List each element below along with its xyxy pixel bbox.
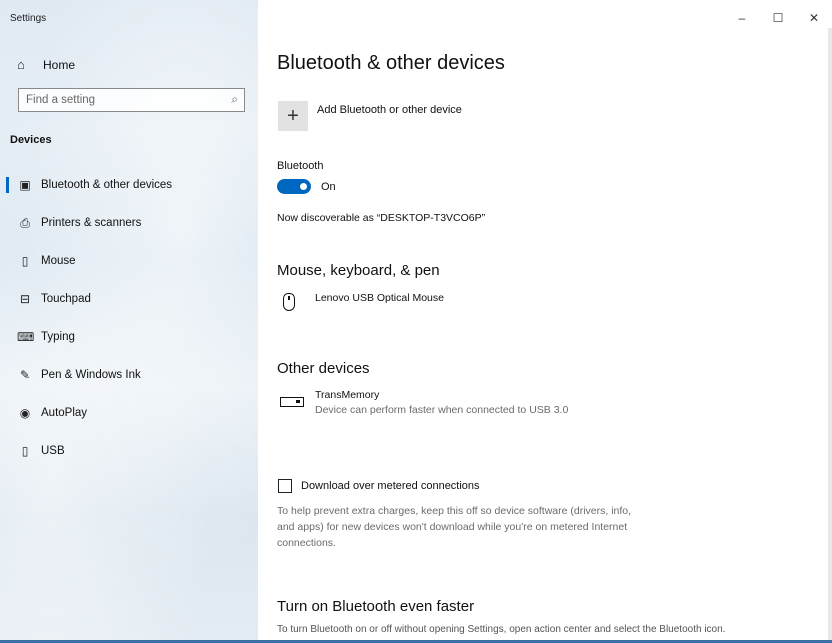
sidebar-item-usb[interactable]: ▯ USB [0, 436, 258, 466]
sidebar-item-printers[interactable]: ⎙ Printers & scanners [0, 208, 258, 238]
plus-icon: + [287, 104, 299, 127]
add-device-label[interactable]: Add Bluetooth or other device [317, 104, 462, 116]
main-content: – ☐ ✕ Bluetooth & other devices + Add Bl… [258, 0, 832, 643]
sidebar-item-typing[interactable]: ⌨ Typing [0, 322, 258, 352]
usb-drive-icon [280, 397, 304, 407]
sidebar-item-label: Pen & Windows Ink [41, 369, 141, 381]
bluetooth-label: Bluetooth [277, 160, 324, 172]
faster-heading: Turn on Bluetooth even faster [277, 598, 475, 615]
sidebar-item-label: Printers & scanners [41, 217, 142, 229]
home-link[interactable]: ⌂ Home [17, 57, 75, 72]
close-button[interactable]: ✕ [796, 7, 832, 29]
sidebar-item-bluetooth[interactable]: ▣ Bluetooth & other devices [0, 170, 258, 200]
sidebar-item-label: Mouse [41, 255, 76, 267]
printer-icon: ⎙ [20, 215, 30, 230]
other-device-status: Device can perform faster when connected… [315, 404, 569, 416]
scrollbar[interactable] [828, 28, 832, 640]
sidebar-item-label: Touchpad [41, 293, 91, 305]
maximize-button[interactable]: ☐ [760, 7, 796, 29]
mouse-icon: ▯ [21, 254, 29, 268]
home-icon: ⌂ [17, 57, 25, 72]
toggle-knob [300, 183, 307, 190]
discoverable-text: Now discoverable as “DESKTOP-T3VCO6P” [277, 212, 486, 224]
other-devices-heading: Other devices [277, 360, 370, 377]
metered-help-text: To help prevent extra charges, keep this… [277, 505, 632, 549]
page-title: Bluetooth & other devices [277, 52, 505, 74]
mouse-section-heading: Mouse, keyboard, & pen [277, 262, 440, 279]
selection-indicator [6, 177, 9, 193]
sidebar-item-label: AutoPlay [41, 407, 88, 419]
faster-text: To turn Bluetooth on or off without open… [277, 624, 726, 635]
metered-checkbox[interactable] [278, 479, 292, 493]
home-label: Home [43, 57, 76, 72]
bluetooth-devices-icon: ▣ [19, 178, 31, 192]
sidebar-item-autoplay[interactable]: ◉ AutoPlay [0, 398, 258, 428]
settings-window: Settings ⌂ Home ⌕ Devices ▣ Bluetooth & … [0, 0, 832, 643]
sidebar-item-label: Bluetooth & other devices [41, 179, 173, 191]
mouse-device-name[interactable]: Lenovo USB Optical Mouse [315, 292, 444, 304]
search-input[interactable] [19, 89, 216, 111]
bluetooth-toggle[interactable] [277, 179, 311, 194]
add-device-button[interactable]: + [278, 101, 308, 131]
sidebar-item-pen[interactable]: ✎ Pen & Windows Ink [0, 360, 258, 390]
sidebar-item-label: Typing [41, 331, 75, 343]
sidebar-item-touchpad[interactable]: ⊟ Touchpad [0, 284, 258, 314]
mouse-device-icon [283, 293, 295, 311]
autoplay-icon: ◉ [19, 406, 31, 420]
metered-label[interactable]: Download over metered connections [301, 480, 480, 492]
search-box[interactable]: ⌕ [18, 88, 245, 112]
keyboard-icon: ⌨ [17, 330, 35, 344]
section-heading: Devices [10, 134, 52, 146]
usb-icon: ▯ [21, 444, 29, 458]
sidebar-item-label: USB [41, 445, 65, 457]
pen-icon: ✎ [19, 368, 31, 382]
window-controls: – ☐ ✕ [724, 7, 832, 29]
sidebar: Settings ⌂ Home ⌕ Devices ▣ Bluetooth & … [0, 0, 258, 643]
minimize-button[interactable]: – [724, 7, 760, 29]
touchpad-icon: ⊟ [19, 292, 31, 306]
window-title: Settings [10, 13, 47, 24]
other-device-name[interactable]: TransMemory [315, 389, 379, 401]
sidebar-item-mouse[interactable]: ▯ Mouse [0, 246, 258, 276]
search-icon[interactable]: ⌕ [231, 92, 238, 107]
bluetooth-state: On [321, 181, 336, 193]
